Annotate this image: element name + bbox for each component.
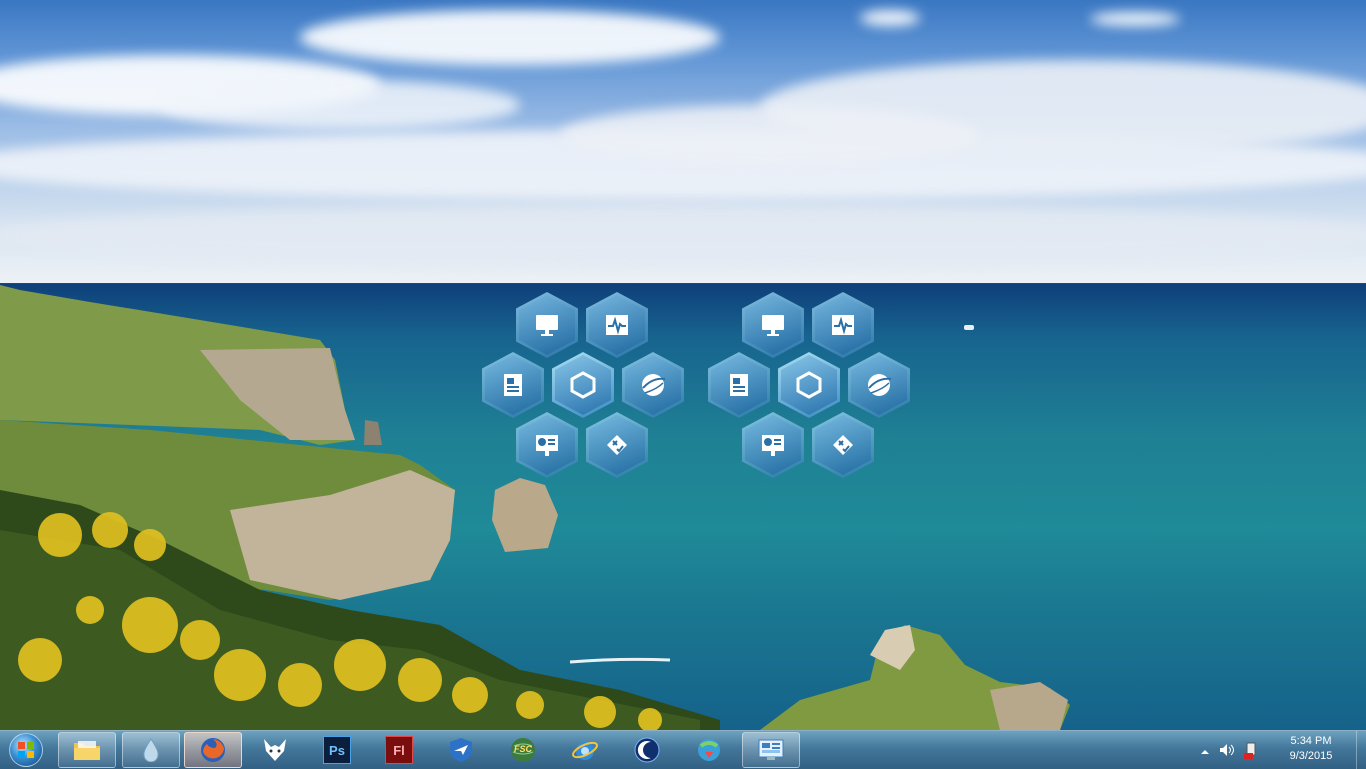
monitor-icon: [536, 315, 558, 336]
hexagon-icon: [796, 371, 822, 399]
cloud: [560, 105, 980, 165]
tools-hex-button[interactable]: [812, 412, 874, 478]
document-hex-button[interactable]: [708, 352, 770, 418]
globe-hex-button[interactable]: [848, 352, 910, 418]
pulse-hex-button[interactable]: [812, 292, 874, 358]
globe-icon: [642, 374, 666, 396]
plane-shield-icon: [447, 736, 475, 764]
desktop-wallpaper: [0, 0, 1366, 730]
cloud: [0, 205, 1366, 265]
flash-icon: Fl: [385, 736, 413, 764]
taskbar-control-panel[interactable]: [742, 732, 800, 768]
coastline-cliffs: [0, 285, 1070, 730]
presentation-hex-button[interactable]: [516, 412, 578, 478]
clock-date: 9/3/2015: [1289, 750, 1333, 762]
droplet-icon: [137, 736, 165, 764]
pulse-icon: [606, 315, 628, 335]
usb-eject-icon[interactable]: [1242, 740, 1260, 760]
show-desktop-button[interactable]: [1356, 731, 1366, 769]
taskbar-flash[interactable]: Fl: [370, 732, 428, 768]
taskbar-firefox[interactable]: [184, 732, 242, 768]
taskbar-internet-explorer[interactable]: [556, 732, 614, 768]
globe-icon: [868, 374, 892, 396]
tools-icon: [833, 435, 853, 455]
control-panel-icon: [757, 736, 785, 764]
globe-arrow-icon: [695, 736, 723, 764]
crescent-icon: [633, 736, 661, 764]
hex-gadget-2[interactable]: [708, 292, 910, 482]
taskbar-fsc[interactable]: FSC: [494, 732, 552, 768]
taskbar-droplet-app[interactable]: [122, 732, 180, 768]
monitor-hex-button[interactable]: [516, 292, 578, 358]
chevron-up-icon[interactable]: [1200, 744, 1210, 754]
hexagon-hex-button[interactable]: [778, 352, 840, 418]
firefox-icon: [199, 736, 227, 764]
folder-icon: [73, 736, 101, 764]
windows-logo-icon: [9, 733, 43, 767]
clock[interactable]: 5:34 PM 9/3/2015: [1268, 734, 1354, 766]
flash-label: Fl: [393, 742, 405, 758]
ie-icon: [571, 736, 599, 764]
taskbar-download-manager[interactable]: [680, 732, 738, 768]
fsc-globe-icon: FSC: [509, 736, 537, 764]
document-icon: [730, 374, 748, 396]
taskbar-photoshop[interactable]: Ps: [308, 732, 366, 768]
photoshop-icon: Ps: [323, 736, 351, 764]
photoshop-label: Ps: [329, 742, 345, 758]
taskbar-crescent-app[interactable]: [618, 732, 676, 768]
presentation-icon: [762, 435, 784, 456]
taskbar: Ps Fl FSC 5:34 PM 9/3/2015: [0, 730, 1366, 769]
pulse-icon: [832, 315, 854, 335]
document-hex-button[interactable]: [482, 352, 544, 418]
cloud: [160, 80, 520, 130]
taskbar-explorer[interactable]: [58, 732, 116, 768]
hex-gadget-1[interactable]: [482, 292, 684, 482]
cloud: [860, 10, 920, 26]
tools-icon: [607, 435, 627, 455]
hexagon-hex-button[interactable]: [552, 352, 614, 418]
taskbar-plane-app[interactable]: [432, 732, 490, 768]
monitor-icon: [762, 315, 784, 336]
tools-hex-button[interactable]: [586, 412, 648, 478]
fsc-label: FSC: [514, 744, 532, 754]
clock-time: 5:34 PM: [1290, 735, 1332, 747]
cloud: [300, 10, 720, 65]
pulse-hex-button[interactable]: [586, 292, 648, 358]
presentation-hex-button[interactable]: [742, 412, 804, 478]
taskbar-fox-app[interactable]: [246, 732, 304, 768]
globe-hex-button[interactable]: [622, 352, 684, 418]
document-icon: [504, 374, 522, 396]
cloud: [1090, 12, 1180, 26]
start-button[interactable]: [6, 733, 46, 767]
presentation-icon: [536, 435, 558, 456]
hexagon-icon: [570, 371, 596, 399]
speaker-icon[interactable]: [1218, 741, 1236, 759]
monitor-hex-button[interactable]: [742, 292, 804, 358]
fox-icon: [261, 736, 289, 764]
